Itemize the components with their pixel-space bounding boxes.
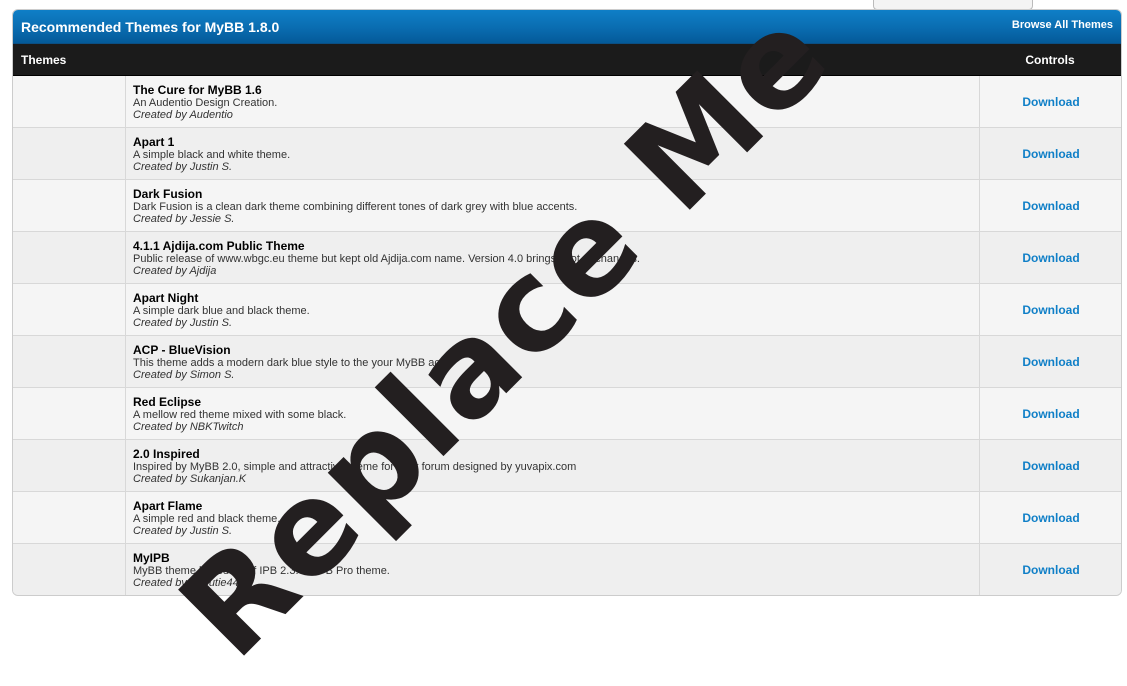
theme-thumbnail bbox=[13, 76, 126, 127]
theme-info: MyIPB MyBB theme based off of IPB 2.3.6's… bbox=[133, 551, 390, 589]
theme-info: ACP - BlueVision This theme adds a modern… bbox=[133, 343, 449, 381]
download-link[interactable]: Download bbox=[1022, 95, 1079, 109]
theme-name: ACP - BlueVision bbox=[133, 343, 231, 357]
theme-info: Red Eclipse A mellow red theme mixed with… bbox=[133, 395, 346, 433]
table-row: The Cure for MyBB 1.6 An Audentio Design … bbox=[13, 76, 1121, 128]
table-row: Apart Night A simple dark blue and black … bbox=[13, 284, 1121, 336]
theme-controls: Download bbox=[979, 336, 1121, 387]
theme-controls: Download bbox=[979, 232, 1121, 283]
theme-author: Created by Scoutie44 bbox=[133, 577, 239, 589]
theme-thumbnail bbox=[13, 492, 126, 543]
table-row: Dark Fusion Dark Fusion is a clean dark t… bbox=[13, 180, 1121, 232]
download-link[interactable]: Download bbox=[1022, 355, 1079, 369]
theme-controls: Download bbox=[979, 544, 1121, 595]
column-header-themes: Themes bbox=[21, 53, 67, 67]
table-header: Themes Controls bbox=[13, 44, 1121, 76]
theme-info: 2.0 Inspired Inspired by MyBB 2.0, simple… bbox=[133, 447, 576, 485]
download-link[interactable]: Download bbox=[1022, 407, 1079, 421]
theme-controls: Download bbox=[979, 284, 1121, 335]
theme-description: A simple black and white theme. bbox=[133, 149, 291, 161]
download-link[interactable]: Download bbox=[1022, 147, 1079, 161]
theme-info: The Cure for MyBB 1.6 An Audentio Design … bbox=[133, 83, 277, 121]
theme-thumbnail bbox=[13, 128, 126, 179]
table-row: 4.1.1 Ajdija.com Public Theme Public rele… bbox=[13, 232, 1121, 284]
theme-description: Public release of www.wbgc.eu theme but … bbox=[133, 253, 640, 265]
theme-author: Created by Justin S. bbox=[133, 161, 233, 173]
download-link[interactable]: Download bbox=[1022, 511, 1079, 525]
panel-header: Recommended Themes for MyBB 1.8.0 Browse… bbox=[13, 10, 1121, 44]
theme-thumbnail bbox=[13, 440, 126, 491]
theme-name: Apart Night bbox=[133, 291, 199, 305]
table-row: 2.0 Inspired Inspired by MyBB 2.0, simple… bbox=[13, 440, 1121, 492]
theme-author: Created by Justin S. bbox=[133, 525, 233, 537]
theme-controls: Download bbox=[979, 128, 1121, 179]
theme-thumbnail bbox=[13, 388, 126, 439]
theme-name: Red Eclipse bbox=[133, 395, 202, 409]
recommended-themes-panel: Recommended Themes for MyBB 1.8.0 Browse… bbox=[12, 9, 1122, 596]
theme-info: Apart Flame A simple red and black theme.… bbox=[133, 499, 280, 537]
theme-description: A mellow red theme mixed with some black… bbox=[133, 409, 347, 421]
theme-description: An Audentio Design Creation. bbox=[133, 97, 278, 109]
theme-thumbnail bbox=[13, 544, 126, 595]
theme-author: Created by Audentio bbox=[133, 109, 233, 121]
table-row: Apart 1A simple black and white theme. Cr… bbox=[13, 128, 1121, 180]
theme-info: Dark Fusion Dark Fusion is a clean dark t… bbox=[133, 187, 577, 225]
theme-author: Created by NBKTwitch bbox=[133, 421, 244, 433]
theme-name: Apart Flame bbox=[133, 499, 203, 513]
browse-all-themes-link[interactable]: Browse All Themes bbox=[1012, 19, 1113, 31]
theme-thumbnail bbox=[13, 232, 126, 283]
theme-name: The Cure for MyBB 1.6 bbox=[133, 83, 262, 97]
theme-thumbnail bbox=[13, 336, 126, 387]
theme-description: MyBB theme based off of IPB 2.3.6's IPB … bbox=[133, 565, 390, 577]
download-link[interactable]: Download bbox=[1022, 563, 1079, 577]
theme-thumbnail bbox=[13, 180, 126, 231]
table-row: Apart Flame A simple red and black theme.… bbox=[13, 492, 1121, 544]
table-row: MyIPB MyBB theme based off of IPB 2.3.6's… bbox=[13, 544, 1121, 595]
theme-thumbnail bbox=[13, 284, 126, 335]
themes-table-body: The Cure for MyBB 1.6 An Audentio Design … bbox=[13, 76, 1121, 595]
theme-name: MyIPB bbox=[133, 551, 170, 565]
download-link[interactable]: Download bbox=[1022, 303, 1079, 317]
theme-info: Apart 1A simple black and white theme. Cr… bbox=[133, 135, 290, 173]
theme-author: Created by Jessie S. bbox=[133, 213, 235, 225]
download-link[interactable]: Download bbox=[1022, 459, 1079, 473]
theme-description: Dark Fusion is a clean dark theme combin… bbox=[133, 201, 578, 213]
theme-info: Apart Night A simple dark blue and black … bbox=[133, 291, 310, 329]
theme-info: 4.1.1 Ajdija.com Public Theme Public rele… bbox=[133, 239, 640, 277]
theme-controls: Download bbox=[979, 492, 1121, 543]
theme-description: A simple red and black theme. bbox=[133, 513, 281, 525]
theme-description: Inspired by MyBB 2.0, simple and attract… bbox=[133, 461, 577, 473]
theme-name: 2.0 Inspired bbox=[133, 447, 200, 461]
table-row: ACP - BlueVision This theme adds a modern… bbox=[13, 336, 1121, 388]
theme-controls: Download bbox=[979, 180, 1121, 231]
theme-name: Dark Fusion bbox=[133, 187, 203, 201]
theme-author: Created by Justin S. bbox=[133, 317, 233, 329]
theme-author: Created by Ajdija bbox=[133, 265, 217, 277]
theme-name: Apart 1 bbox=[133, 135, 175, 149]
theme-author: Created by Sukanjan.K bbox=[133, 473, 247, 485]
theme-controls: Download bbox=[979, 388, 1121, 439]
table-row: Red Eclipse A mellow red theme mixed with… bbox=[13, 388, 1121, 440]
column-header-controls: Controls bbox=[1025, 53, 1075, 67]
theme-controls: Download bbox=[979, 76, 1121, 127]
theme-description: This theme adds a modern dark blue style… bbox=[133, 357, 450, 369]
theme-controls: Download bbox=[979, 440, 1121, 491]
download-link[interactable]: Download bbox=[1022, 199, 1079, 213]
download-link[interactable]: Download bbox=[1022, 251, 1079, 265]
theme-name: 4.1.1 Ajdija.com Public Theme bbox=[133, 239, 305, 253]
theme-author: Created by Simon S. bbox=[133, 369, 235, 381]
theme-description: A simple dark blue and black theme. bbox=[133, 305, 310, 317]
panel-title: Recommended Themes for MyBB 1.8.0 bbox=[21, 19, 280, 35]
